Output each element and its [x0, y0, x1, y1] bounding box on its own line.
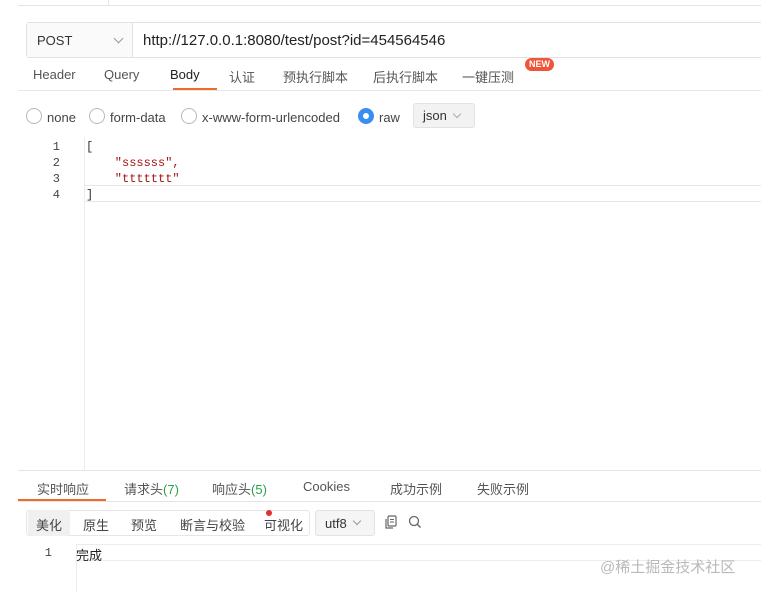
url-bar: POST — [26, 22, 761, 58]
radio-raw[interactable] — [358, 108, 374, 124]
chevron-down-icon — [452, 109, 462, 118]
active-tab-indicator — [173, 88, 217, 90]
view-preview[interactable]: 预览 — [123, 510, 165, 536]
raw-format-select[interactable]: json — [413, 103, 475, 128]
response-text: 完成 — [76, 548, 103, 563]
new-badge: NEW — [525, 58, 554, 71]
tab-body[interactable]: Body — [170, 67, 200, 82]
radio-urlencoded-label[interactable]: x-www-form-urlencoded — [202, 110, 340, 125]
code-text: [ — [86, 140, 94, 154]
tab-query[interactable]: Query — [104, 67, 139, 82]
radio-urlencoded[interactable] — [181, 108, 197, 124]
view-assert[interactable]: 断言与校验 — [172, 510, 253, 536]
tab-post-script[interactable]: 后执行脚本 — [373, 67, 438, 86]
body-editor[interactable]: 1 [ 2 "ssssss", 3 "ttttttt" 4 ] — [18, 137, 761, 470]
tab-pre-script[interactable]: 预执行脚本 — [283, 67, 348, 86]
tab-load-test[interactable]: 一键压测 — [462, 67, 514, 86]
active-tab-indicator — [18, 499, 106, 501]
line-number: 3 — [52, 172, 60, 186]
line-number: 1 — [52, 140, 60, 154]
url-input[interactable] — [133, 31, 733, 49]
view-visualize[interactable]: 可视化 — [256, 510, 311, 536]
radio-raw-label[interactable]: raw — [379, 110, 400, 125]
code-line: 3 "ttttttt" — [18, 172, 761, 188]
view-beautify[interactable]: 美化 — [28, 510, 71, 536]
tab-success-example[interactable]: 成功示例 — [390, 479, 442, 498]
body-type-selector: none form-data x-www-form-urlencoded raw… — [26, 103, 486, 129]
code-text: ] — [86, 188, 94, 202]
method-label: POST — [37, 32, 73, 48]
response-tabs: 实时响应 请求头(7) 响应头(5) Cookies 成功示例 失败示例 — [18, 470, 761, 502]
encoding-label: utf8 — [325, 515, 347, 531]
radio-none[interactable] — [26, 108, 42, 124]
tab-realtime-response[interactable]: 实时响应 — [37, 479, 89, 498]
tab-response-headers[interactable]: 响应头(5) — [212, 479, 267, 498]
tab-request-headers-label: 请求头 — [124, 482, 164, 497]
request-headers-count: (7) — [163, 482, 179, 497]
line-number: 1 — [44, 546, 52, 560]
copy-icon[interactable] — [383, 514, 399, 530]
tab-response-headers-label: 响应头 — [212, 482, 252, 497]
watermark: @稀土掘金技术社区 — [600, 559, 736, 576]
line-number: 2 — [52, 156, 60, 170]
tab-auth[interactable]: 认证 — [229, 67, 255, 86]
top-divider — [0, 0, 761, 8]
code-text: "ttttttt" — [86, 172, 180, 186]
tab-fail-example[interactable]: 失败示例 — [477, 479, 529, 498]
line-number: 4 — [52, 188, 60, 202]
view-raw[interactable]: 原生 — [75, 510, 117, 536]
response-headers-count: (5) — [251, 482, 267, 497]
code-text: "ssssss", — [86, 156, 180, 170]
code-line: 2 "ssssss", — [18, 156, 761, 172]
request-tabs: Header Query Body 认证 预执行脚本 后执行脚本 一键压测 — [18, 60, 761, 91]
search-icon[interactable] — [407, 514, 423, 530]
tab-cookies[interactable]: Cookies — [303, 479, 350, 494]
code-line: 4 ] — [18, 188, 761, 204]
raw-format-label: json — [423, 108, 447, 123]
encoding-select[interactable]: utf8 — [315, 510, 375, 536]
chevron-down-icon — [352, 516, 361, 526]
method-select[interactable]: POST — [27, 23, 133, 57]
radio-form-data[interactable] — [89, 108, 105, 124]
tab-request-headers[interactable]: 请求头(7) — [124, 479, 179, 498]
radio-none-label[interactable]: none — [47, 110, 76, 125]
code-line: 1 [ — [18, 140, 761, 156]
chevron-down-icon — [113, 33, 124, 43]
response-toolbar: 美化 原生 预览 断言与校验 可视化 utf8 — [26, 510, 476, 536]
tab-header[interactable]: Header — [33, 67, 76, 82]
radio-form-data-label[interactable]: form-data — [110, 110, 166, 125]
